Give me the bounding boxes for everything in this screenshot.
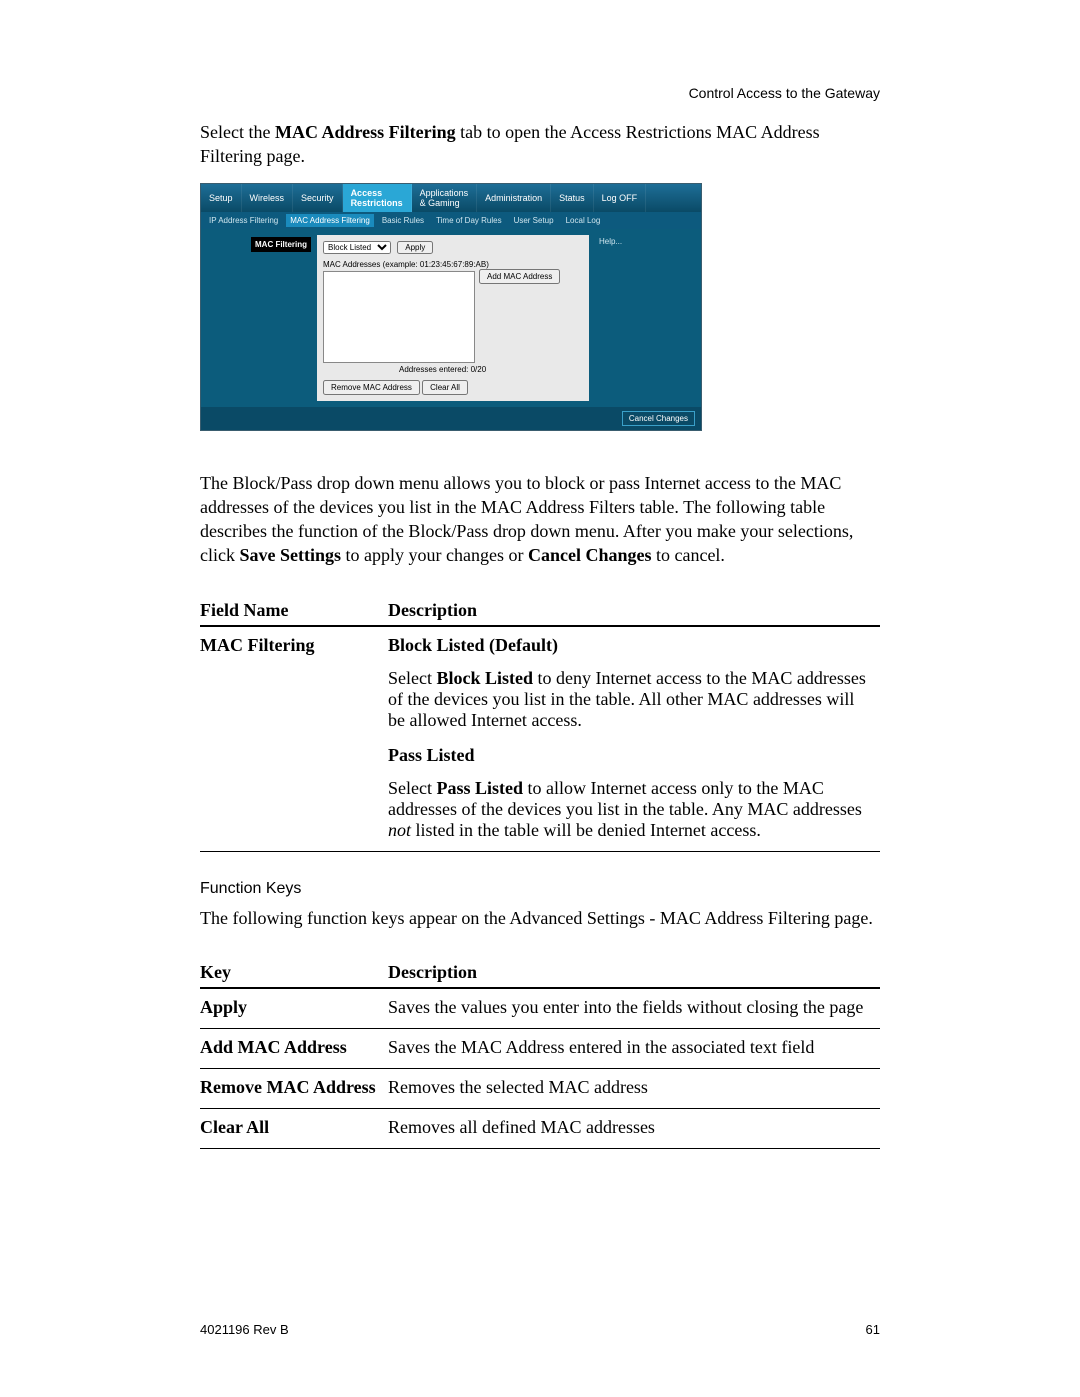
t1-head-field: Field Name (200, 596, 388, 626)
fk-desc: Saves the values you enter into the fiel… (388, 988, 880, 1029)
t2-head-desc: Description (388, 958, 880, 988)
p2-b2: Cancel Changes (528, 545, 652, 565)
footer-left: 4021196 Rev B (200, 1322, 289, 1337)
topnav-tab[interactable]: Applications& Gaming (412, 184, 478, 212)
subnav-tab[interactable]: Local Log (562, 214, 605, 227)
bl-bold: Block Listed (436, 668, 533, 688)
subnav-tab[interactable]: Time of Day Rules (432, 214, 506, 227)
running-header: Control Access to the Gateway (689, 85, 880, 101)
fk-key: Add MAC Address (200, 1029, 388, 1069)
t1-desc: Block Listed (Default) Select Block List… (388, 626, 880, 852)
subnav-tab[interactable]: IP Address Filtering (205, 214, 282, 227)
remove-mac-button[interactable]: Remove MAC Address (323, 380, 420, 395)
fk-desc: Removes the selected MAC address (388, 1069, 880, 1109)
footer-right: 61 (866, 1322, 880, 1337)
addresses-entered-label: Addresses entered: 0/20 (399, 365, 583, 374)
pl-bold: Pass Listed (436, 778, 523, 798)
right-column: Help... (589, 229, 701, 407)
fk-key: Remove MAC Address (200, 1069, 388, 1109)
left-label: MAC Filtering (251, 237, 311, 252)
p2-end: to cancel. (651, 545, 724, 565)
topnav-tab[interactable]: Setup (201, 184, 242, 212)
subnav-tab[interactable]: User Setup (510, 214, 558, 227)
p2-mid: to apply your changes or (341, 545, 528, 565)
block-pass-select[interactable]: Block Listed (323, 241, 391, 254)
t1-field: MAC Filtering (200, 626, 388, 852)
fk-desc: Saves the MAC Address entered in the ass… (388, 1029, 880, 1069)
intro-paragraph: Select the MAC Address Filtering tab to … (200, 120, 880, 169)
function-keys-heading: Function Keys (200, 880, 880, 898)
top-nav: SetupWirelessSecurityAccessRestrictionsA… (201, 184, 701, 212)
page: Control Access to the Gateway Select the… (0, 0, 1080, 1397)
left-column: MAC Filtering (201, 229, 317, 407)
embedded-screenshot: SetupWirelessSecurityAccessRestrictionsA… (200, 183, 702, 431)
apply-button[interactable]: Apply (397, 241, 433, 254)
t1-head-desc: Description (388, 596, 880, 626)
fk-desc: Removes all defined MAC addresses (388, 1109, 880, 1149)
topnav-tab[interactable]: Administration (477, 184, 551, 212)
sub-nav: IP Address Filtering MAC Address Filterin… (201, 212, 701, 229)
fk-key: Clear All (200, 1109, 388, 1149)
page-footer: 4021196 Rev B 61 (200, 1322, 880, 1337)
subnav-tab[interactable]: MAC Address Filtering (286, 214, 374, 227)
fk-paragraph: The following function keys appear on th… (200, 906, 880, 930)
pass-listed-title: Pass Listed (388, 745, 872, 766)
p2-b1: Save Settings (239, 545, 341, 565)
help-link[interactable]: Help... (599, 237, 622, 246)
pl-ital: not (388, 820, 411, 840)
example-line: MAC Addresses (example: 01:23:45:67:89:A… (323, 260, 583, 269)
bl-pre: Select (388, 668, 436, 688)
fk-key: Apply (200, 988, 388, 1029)
shot-footer: Cancel Changes (201, 407, 701, 430)
panel: Block Listed Apply MAC Addresses (exampl… (317, 235, 589, 401)
pass-listed-body: Select Pass Listed to allow Internet acc… (388, 778, 872, 841)
mac-address-list[interactable] (323, 271, 475, 363)
pl-pre: Select (388, 778, 436, 798)
cancel-changes-button[interactable]: Cancel Changes (622, 411, 695, 426)
paragraph-2: The Block/Pass drop down menu allows you… (200, 471, 880, 568)
t2-head-key: Key (200, 958, 388, 988)
topnav-tab[interactable]: AccessRestrictions (343, 184, 412, 212)
topnav-tab[interactable]: Wireless (242, 184, 294, 212)
topnav-tab[interactable]: Security (293, 184, 343, 212)
add-mac-button[interactable]: Add MAC Address (479, 269, 560, 284)
topnav-tab[interactable]: Status (551, 184, 594, 212)
subnav-tab[interactable]: Basic Rules (378, 214, 428, 227)
block-listed-title: Block Listed (Default) (388, 635, 558, 655)
block-listed-body: Select Block Listed to deny Internet acc… (388, 668, 872, 731)
function-keys-table: Key Description ApplySaves the values yo… (200, 958, 880, 1149)
intro-pre: Select the (200, 122, 275, 142)
topnav-tab[interactable]: Log OFF (594, 184, 647, 212)
intro-bold: MAC Address Filtering (275, 122, 456, 142)
pl-post: listed in the table will be denied Inter… (411, 820, 761, 840)
shot-content: MAC Filtering Block Listed Apply MAC Add… (201, 229, 701, 407)
field-description-table: Field Name Description MAC Filtering Blo… (200, 596, 880, 852)
clear-all-button[interactable]: Clear All (422, 380, 468, 395)
